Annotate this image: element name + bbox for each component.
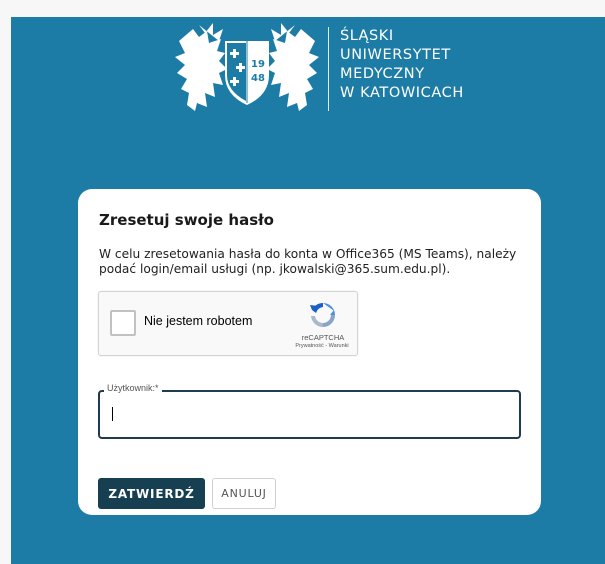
- crest-icon: 19 48: [175, 23, 319, 111]
- university-name-line-4: W KATOWICACH: [340, 85, 464, 101]
- recaptcha-links: Prywatność - Warunki: [269, 343, 375, 349]
- logo-divider: [328, 27, 329, 111]
- university-logo: 19 48 ŚLĄSKI UNIWERSYTET MEDYCZNY W KATO…: [169, 23, 489, 119]
- university-name-line-2: UNIWERSYTET: [340, 47, 451, 63]
- university-name-line-1: ŚLĄSKI: [340, 28, 394, 44]
- crest-year-bottom: 48: [251, 73, 265, 84]
- page-background: 19 48 ŚLĄSKI UNIWERSYTET MEDYCZNY W KATO…: [11, 17, 605, 564]
- submit-button[interactable]: ZATWIERDŹ: [98, 478, 205, 509]
- instructions-text: W celu zresetowania hasła do konta w Off…: [99, 247, 517, 276]
- recaptcha-privacy-link[interactable]: Prywatność: [295, 343, 323, 349]
- recaptcha-label: Nie jestem robotem: [144, 314, 253, 328]
- university-name-line-3: MEDYCZNY: [340, 66, 425, 82]
- page-title: Zresetuj swoje hasło: [99, 211, 274, 229]
- recaptcha-checkbox[interactable]: [110, 310, 136, 336]
- recaptcha-logo-icon: [310, 302, 335, 328]
- reset-password-card: Zresetuj swoje hasło W celu zresetowania…: [78, 189, 541, 515]
- recaptcha-widget: Nie jestem robotem reCAPTCHA Prywatność …: [98, 291, 358, 356]
- recaptcha-brand: reCAPTCHA: [301, 333, 345, 342]
- username-label: Użytkownik:*: [104, 383, 162, 393]
- username-field: [98, 390, 521, 439]
- username-input[interactable]: [110, 400, 506, 426]
- recaptcha-terms-link[interactable]: Warunki: [329, 343, 349, 349]
- crest-year-top: 19: [251, 59, 265, 70]
- text-caret: [112, 407, 113, 421]
- university-name: ŚLĄSKI UNIWERSYTET MEDYCZNY W KATOWICACH: [340, 27, 464, 103]
- cancel-button[interactable]: ANULUJ: [212, 478, 276, 509]
